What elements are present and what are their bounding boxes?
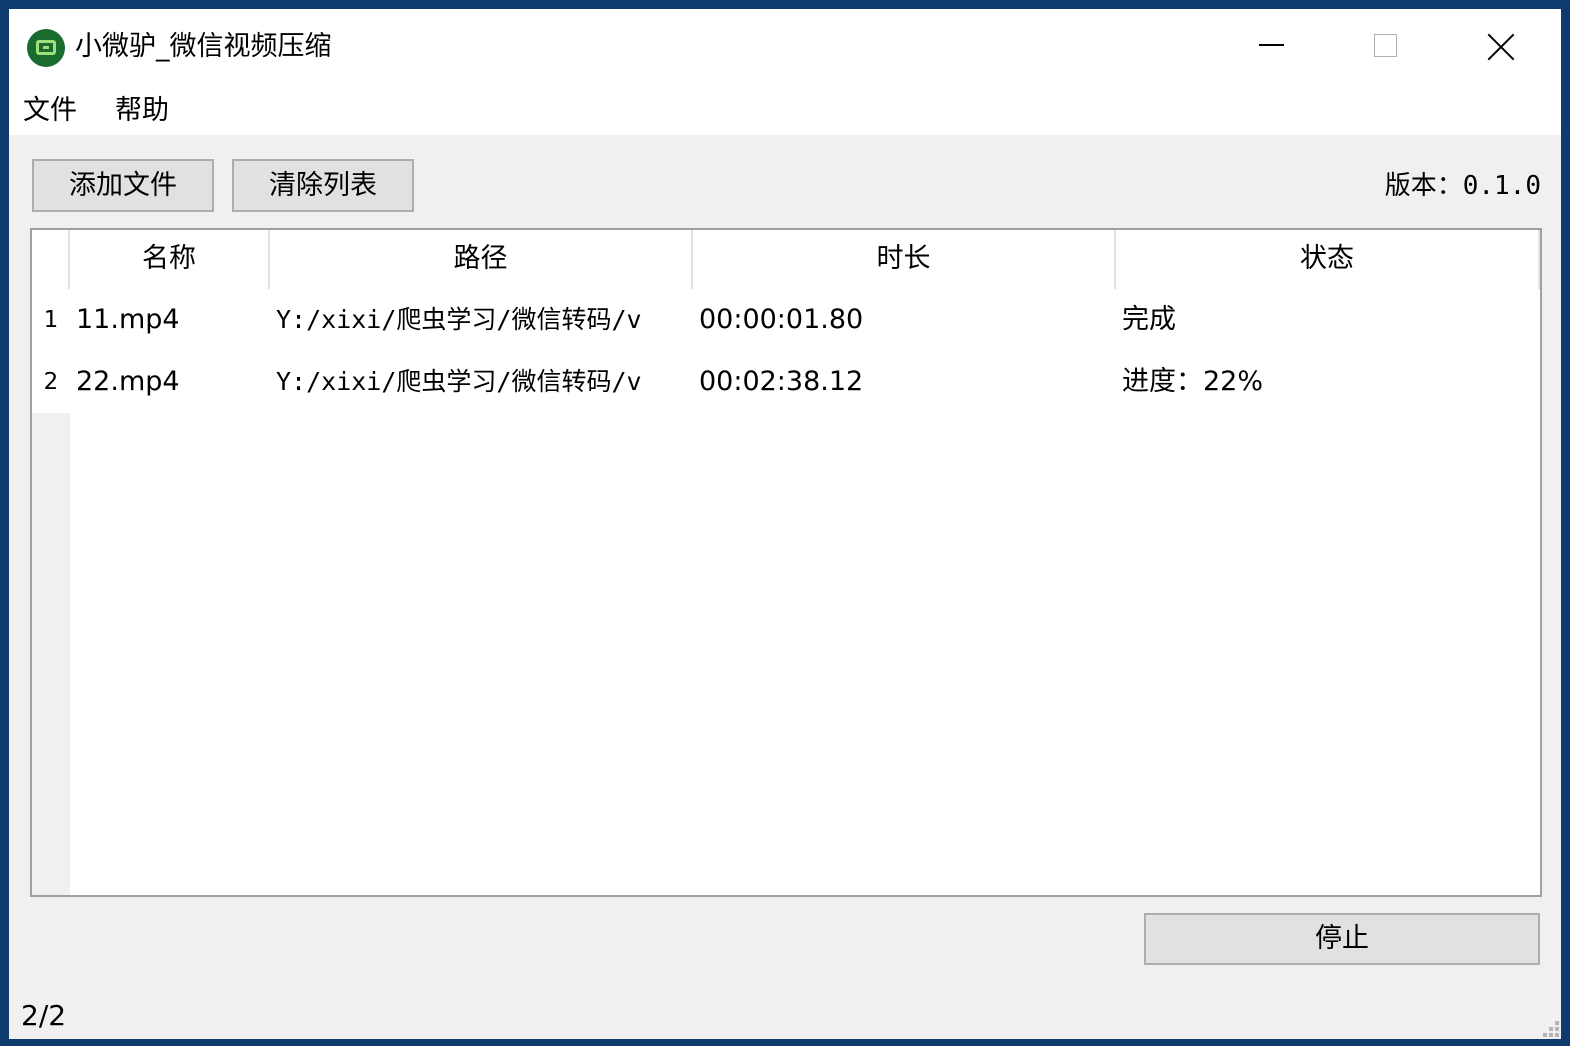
cell-path[interactable]: Y:/xixi/爬虫学习/微信转码/v [270, 351, 693, 413]
cell-name[interactable]: 11.mp4 [70, 289, 270, 351]
cell-status[interactable]: 进度：22% [1116, 351, 1540, 413]
cell-duration[interactable]: 00:02:38.12 [693, 351, 1116, 413]
window-title: 小微驴_微信视频压缩 [75, 31, 332, 62]
column-header-duration[interactable]: 时长 [693, 230, 1116, 289]
table-header: 名称 路径 时长 状态 [32, 230, 1540, 289]
cell-name[interactable]: 22.mp4 [70, 351, 270, 413]
close-icon [1486, 32, 1516, 62]
add-files-button[interactable]: 添加文件 [32, 159, 214, 212]
table-corner[interactable] [32, 230, 70, 289]
file-table[interactable]: 名称 路径 时长 状态 1 11.mp4 Y:/xixi/爬虫学习/微信转码/v… [30, 228, 1542, 897]
stop-button[interactable]: 停止 [1144, 913, 1540, 965]
menu-file[interactable]: 文件 [23, 93, 77, 129]
menu-bar: 文件 帮助 [9, 85, 1561, 135]
row-number[interactable]: 1 [32, 289, 70, 351]
maximize-button[interactable] [1328, 9, 1444, 85]
column-header-status[interactable]: 状态 [1116, 230, 1540, 289]
table-row[interactable]: 2 22.mp4 Y:/xixi/爬虫学习/微信转码/v 00:02:38.12… [32, 351, 1540, 413]
version-label: 版本：0.1.0 [1385, 169, 1541, 203]
cell-duration[interactable]: 00:00:01.80 [693, 289, 1116, 351]
table-row[interactable]: 1 11.mp4 Y:/xixi/爬虫学习/微信转码/v 00:00:01.80… [32, 289, 1540, 351]
app-window: 小微驴_微信视频压缩 文件 帮助 添加文件 清除列表 版本：0.1.0 名称 路… [9, 9, 1561, 1039]
column-header-path[interactable]: 路径 [270, 230, 693, 289]
status-count: 2/2 [21, 999, 67, 1032]
menu-help[interactable]: 帮助 [115, 93, 169, 129]
column-header-name[interactable]: 名称 [70, 230, 270, 289]
minimize-button[interactable] [1212, 9, 1328, 85]
maximize-icon [1374, 34, 1397, 57]
version-value: 0.1.0 [1462, 171, 1541, 201]
cell-path[interactable]: Y:/xixi/爬虫学习/微信转码/v [270, 289, 693, 351]
close-button[interactable] [1444, 9, 1560, 85]
app-logo-icon [27, 29, 65, 67]
row-number[interactable]: 2 [32, 351, 70, 413]
version-label-text: 版本： [1384, 171, 1463, 201]
title-bar[interactable]: 小微驴_微信视频压缩 [9, 9, 1561, 85]
cell-status[interactable]: 完成 [1116, 289, 1540, 351]
minimize-icon [1259, 44, 1284, 46]
clear-list-button[interactable]: 清除列表 [232, 159, 414, 212]
resize-grip-icon[interactable] [1537, 1015, 1559, 1037]
